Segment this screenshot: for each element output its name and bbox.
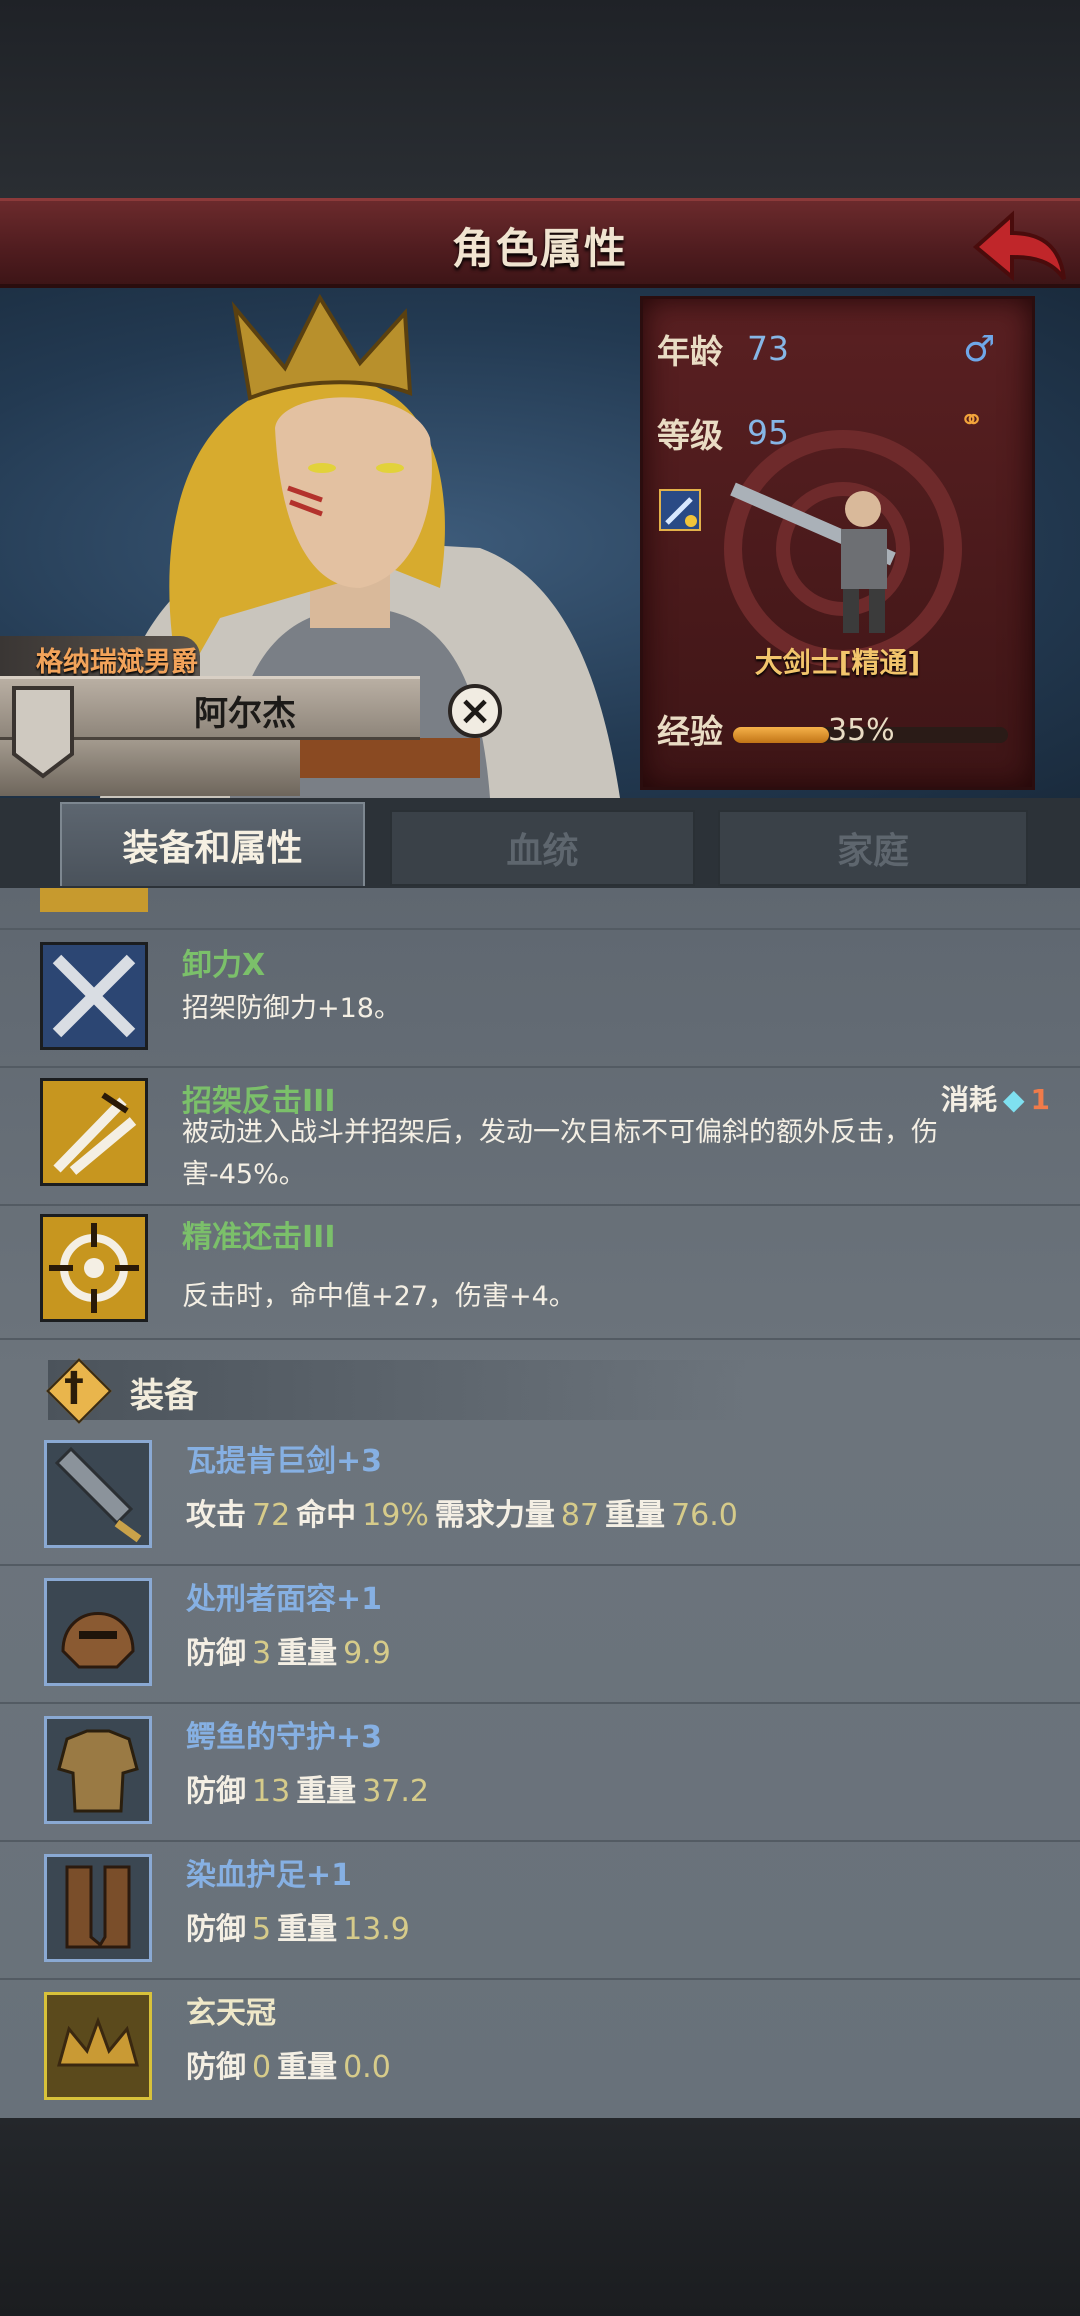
stat-value: 0 <box>252 2050 272 2085</box>
tab-family[interactable]: 家庭 <box>718 810 1028 886</box>
equipment-stats: 防御 5 重量 13.9 <box>186 1904 416 1948</box>
stat-value: 19% <box>362 1498 429 1533</box>
equipment-name: 鳄鱼的守护+3 <box>186 1720 383 1755</box>
armor-icon <box>44 1716 152 1824</box>
tab-bar: 装备和属性 血统 家庭 <box>0 798 1080 888</box>
back-arrow-icon[interactable] <box>968 207 1068 287</box>
equipment-stats: 防御 13 重量 37.2 <box>186 1766 435 1810</box>
stat-value: 87 <box>560 1498 600 1533</box>
skill-desc: 招架防御力+18。 <box>182 993 401 1024</box>
target-icon <box>40 1214 148 1322</box>
stat-label: 重量 <box>277 1636 338 1671</box>
equipment-name: 瓦提肯巨剑+3 <box>186 1444 383 1479</box>
stat-label: 防御 <box>186 1912 246 1947</box>
noble-title: 格纳瑞斌男爵 <box>36 647 198 678</box>
stat-value: 13.9 <box>343 1912 410 1947</box>
content-scroll-area[interactable]: 卸力X 招架防御力+18。 招架反击III 消耗 ◆ 1 被动进入战斗并招架后，发动… <box>0 888 1080 2118</box>
tab-bloodline[interactable]: 血统 <box>390 810 695 886</box>
crown-icon <box>44 1992 152 2100</box>
stat-label: 重量 <box>277 1912 338 1947</box>
class-figure-icon <box>730 482 896 633</box>
stat-label: 需求力量 <box>434 1498 555 1533</box>
stat-value: 3 <box>252 1636 272 1671</box>
stat-panel: 年龄 73 ♂ 等级 95 ⚭ 大剑士[精通] 经验 35% <box>640 296 1035 790</box>
boots-icon <box>44 1854 152 1962</box>
top-background <box>0 0 1080 200</box>
stat-value: 9.9 <box>343 1636 391 1671</box>
class-sword-icon[interactable] <box>659 489 701 531</box>
equipment-row[interactable]: 处刑者面容+1 防御 3 重量 9.9 <box>0 1568 1080 1704</box>
equipment-name: 染血护足+1 <box>186 1858 353 1893</box>
class-name: 大剑士[精通] <box>754 646 921 679</box>
skill-row[interactable]: 精准还击III 反击时，命中值+27，伤害+4。 <box>0 1208 1080 1340</box>
level-label: 等级 <box>657 416 723 455</box>
equipment-stats: 防御 3 重量 9.9 <box>186 1628 397 1672</box>
skill-row[interactable]: 卸力X 招架防御力+18。 <box>0 932 1080 1068</box>
crossed-swords-icon <box>40 942 148 1050</box>
greatsword-icon <box>44 1440 152 1548</box>
equipment-section-title: 装备 <box>130 1376 198 1416</box>
skill-row[interactable]: 招架反击III 消耗 ◆ 1 被动进入战斗并招架后，发动一次目标不可偏斜的额外反击，… <box>0 1070 1080 1206</box>
equipment-row[interactable]: 鳄鱼的守护+3 防御 13 重量 37.2 <box>0 1706 1080 1842</box>
age-value: 73 <box>747 329 789 368</box>
page-title: 角色属性 <box>451 224 628 273</box>
helmet-icon <box>44 1578 152 1686</box>
level-value: 95 <box>747 413 789 452</box>
stat-label: 重量 <box>277 2050 338 2085</box>
stat-label: 重量 <box>605 1498 666 1533</box>
stat-label: 命中 <box>296 1498 357 1533</box>
header-bar: 角色属性 <box>0 198 1080 288</box>
stat-value: 13 <box>252 1774 291 1809</box>
stat-label: 防御 <box>186 1774 246 1809</box>
skill-row-partial <box>0 888 1080 930</box>
age-label: 年龄 <box>657 332 723 371</box>
skill-name: 卸力X <box>182 948 266 983</box>
exp-percent: 35% <box>828 713 895 748</box>
equipment-name: 处刑者面容+1 <box>186 1582 383 1617</box>
gem-icon: ◆ <box>1002 1083 1025 1116</box>
equipment-row[interactable]: 瓦提肯巨剑+3 攻击 72 命中 19% 需求力量 87 重量 76.0 <box>0 1428 1080 1566</box>
stat-label: 重量 <box>296 1774 357 1809</box>
cost-value: 1 <box>1030 1083 1050 1116</box>
stat-value: 76.0 <box>671 1498 738 1533</box>
cross-icon: † <box>64 1364 84 1410</box>
banner-shield-icon[interactable] <box>10 684 76 780</box>
male-icon: ♂ <box>963 329 996 370</box>
stat-value: 0.0 <box>343 2050 391 2085</box>
equipment-stats: 攻击 72 命中 19% 需求力量 87 重量 76.0 <box>186 1490 744 1534</box>
marriage-ring-icon[interactable]: ⚭ <box>959 403 984 438</box>
character-name[interactable]: 阿尔杰 <box>120 686 370 735</box>
parry-icon <box>40 1078 148 1186</box>
stat-label: 防御 <box>186 1636 246 1671</box>
exp-bar-fill <box>733 727 830 743</box>
stat-label: 攻击 <box>186 1498 246 1533</box>
equipment-row[interactable]: 玄天冠 防御 0 重量 0.0 <box>0 1982 1080 2118</box>
stat-label: 防御 <box>186 2050 246 2085</box>
close-icon[interactable]: × <box>448 684 502 738</box>
skill-desc: 被动进入战斗并招架后，发动一次目标不可偏斜的额外反击，伤害-45%。 <box>182 1117 938 1190</box>
skill-name: 精准还击III <box>182 1220 336 1255</box>
tab-equipment-attributes[interactable]: 装备和属性 <box>60 802 365 886</box>
skill-icon-partial <box>40 888 148 912</box>
stat-value: 72 <box>252 1498 291 1533</box>
equipment-name: 玄天冠 <box>186 1996 276 2031</box>
equipment-row[interactable]: 染血护足+1 防御 5 重量 13.9 <box>0 1844 1080 1980</box>
exp-label: 经验 <box>657 712 723 751</box>
stat-value: 37.2 <box>362 1774 429 1809</box>
skill-desc: 反击时，命中值+27，伤害+4。 <box>182 1281 576 1312</box>
equipment-stats: 防御 0 重量 0.0 <box>186 2042 397 2086</box>
stat-value: 5 <box>252 1912 272 1947</box>
bottom-background <box>0 2118 1080 2316</box>
